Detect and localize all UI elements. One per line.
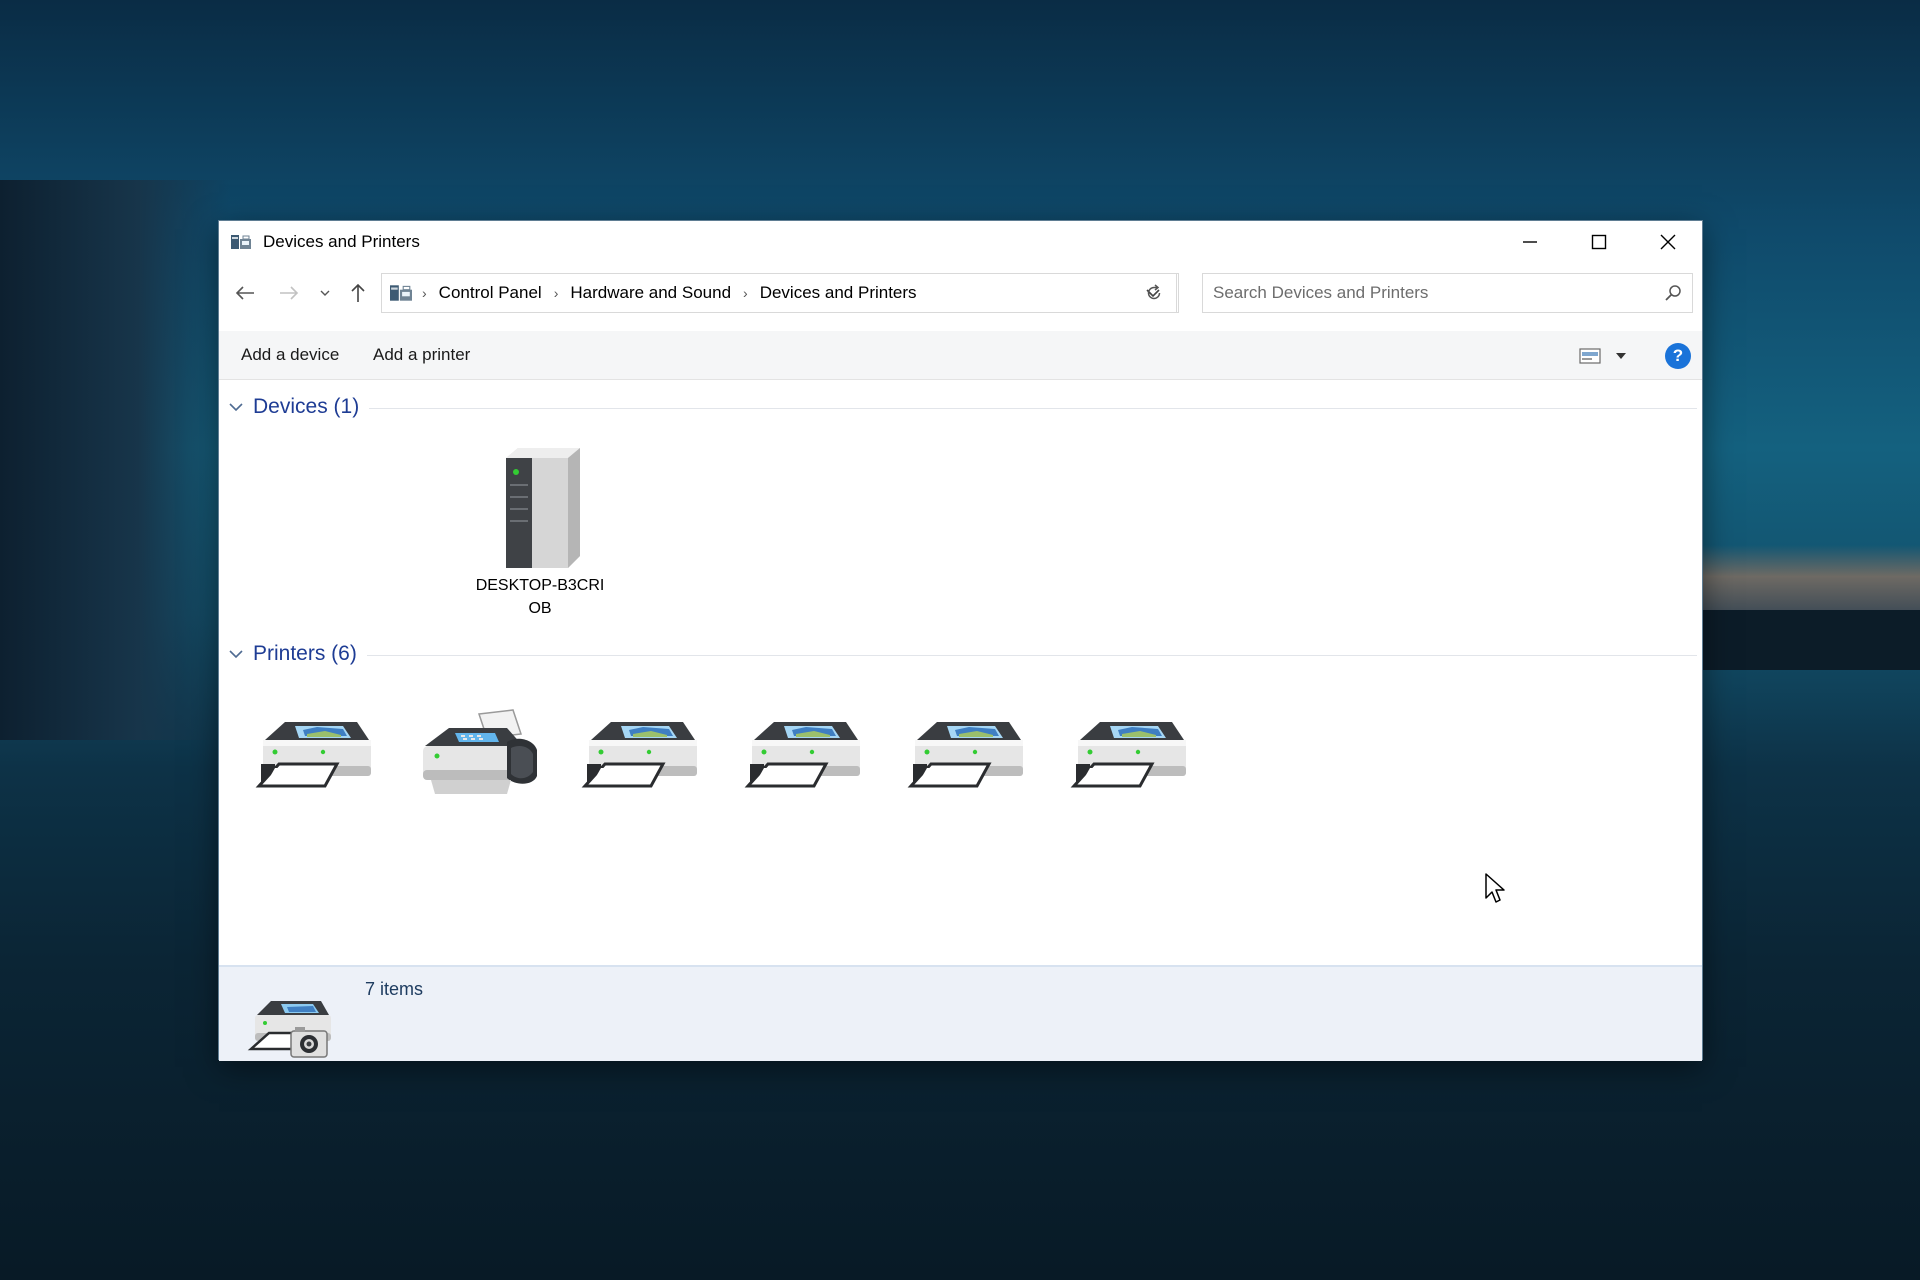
refresh-icon	[1147, 284, 1160, 300]
help-button[interactable]: ?	[1665, 343, 1691, 369]
chevron-down-icon	[229, 403, 243, 412]
devices-and-printers-window: Devices and Printers › Control Panel › H…	[219, 221, 1702, 1061]
chevron-down-icon	[320, 290, 330, 296]
title-bar[interactable]: Devices and Printers	[219, 221, 1702, 263]
chevron-down-icon	[229, 650, 243, 659]
maximize-button[interactable]	[1564, 221, 1633, 263]
forward-button[interactable]	[271, 273, 307, 313]
computer-tower-icon	[506, 448, 580, 568]
device-label: DESKTOP-B3CRIOB	[475, 577, 605, 617]
recent-locations-button[interactable]	[315, 273, 335, 313]
close-button[interactable]	[1633, 221, 1702, 263]
breadcrumb-devices-and-printers[interactable]: Devices and Printers	[760, 283, 917, 303]
up-arrow-icon	[351, 283, 365, 302]
breadcrumb-separator-icon: ›	[553, 285, 559, 301]
window-title: Devices and Printers	[263, 232, 420, 251]
add-device-button[interactable]: Add a device	[241, 345, 339, 365]
mouse-cursor-icon	[1485, 873, 1505, 903]
printer-item-3[interactable]	[571, 706, 703, 802]
printer-item-2[interactable]	[411, 706, 543, 802]
breadcrumb-control-panel[interactable]: Control Panel	[439, 283, 542, 303]
devices-printers-app-icon	[231, 233, 251, 251]
forward-arrow-icon	[280, 286, 299, 300]
printer-item-6[interactable]	[1060, 706, 1192, 802]
breadcrumb-separator-icon: ›	[422, 285, 427, 301]
minimize-icon	[1522, 241, 1537, 243]
add-printer-button[interactable]: Add a printer	[373, 345, 470, 365]
refresh-button[interactable]	[1131, 273, 1177, 313]
details-pane: 7 items	[219, 965, 1702, 1061]
back-button[interactable]	[227, 273, 263, 313]
printer-icon	[897, 706, 1029, 802]
printer-icon	[1060, 706, 1192, 802]
printer-item-4[interactable]	[734, 706, 866, 802]
command-bar: Add a device Add a printer ?	[219, 331, 1702, 380]
search-input[interactable]	[1213, 274, 1633, 312]
breadcrumb-separator-icon: ›	[743, 285, 748, 301]
maximize-icon	[1591, 234, 1606, 250]
group-divider	[366, 654, 1697, 656]
desktop-wallpaper-building	[0, 180, 230, 740]
control-panel-icon	[390, 285, 412, 301]
printers-group-header[interactable]: Printers (6)	[227, 639, 1697, 669]
group-divider	[369, 407, 1697, 409]
printer-item-1[interactable]	[245, 706, 377, 802]
item-count: 7 items	[365, 979, 424, 999]
navigation-bar: › Control Panel › Hardware and Sound › D…	[219, 273, 1702, 313]
address-bar[interactable]: › Control Panel › Hardware and Sound › D…	[381, 273, 1179, 313]
printers-group-title: Printers (6)	[253, 642, 357, 665]
up-button[interactable]	[341, 273, 375, 313]
device-item-desktop[interactable]: DESKTOP-B3CRIOB	[465, 444, 615, 620]
fax-icon	[411, 706, 543, 802]
back-arrow-icon	[235, 286, 254, 300]
devices-group-header[interactable]: Devices (1)	[227, 392, 1697, 422]
minimize-button[interactable]	[1495, 221, 1564, 263]
search-box[interactable]	[1202, 273, 1693, 313]
search-icon[interactable]	[1664, 284, 1682, 302]
breadcrumb-hardware-and-sound[interactable]: Hardware and Sound	[570, 283, 731, 303]
change-view-button[interactable]	[1579, 343, 1637, 369]
printer-item-5[interactable]	[897, 706, 1029, 802]
printer-icon	[734, 706, 866, 802]
printer-camera-icon	[247, 1001, 331, 1058]
close-icon	[1660, 234, 1675, 250]
caret-down-icon[interactable]	[1615, 352, 1627, 360]
view-options-icon	[1579, 348, 1601, 364]
printer-icon	[245, 706, 377, 802]
devices-group-title: Devices (1)	[253, 395, 360, 418]
printer-icon	[571, 706, 703, 802]
